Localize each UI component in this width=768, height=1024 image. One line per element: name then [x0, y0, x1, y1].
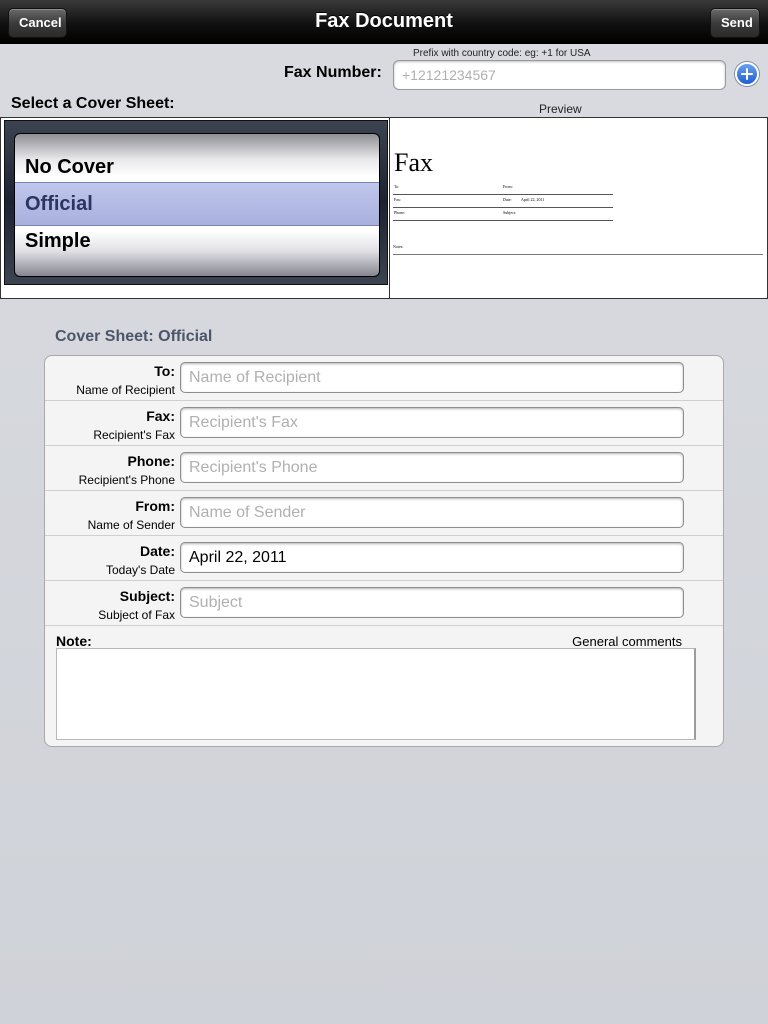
fax-sublabel: Recipient's Fax [93, 428, 175, 442]
picker-option-no-cover[interactable]: No Cover [25, 156, 114, 179]
cover-sheet-title: Cover Sheet: Official [55, 328, 213, 345]
form-row-phone: Phone: Recipient's Phone Recipient's Pho… [45, 446, 723, 491]
subject-sublabel: Subject of Fax [98, 608, 175, 622]
add-contact-button[interactable] [735, 62, 759, 86]
send-button[interactable]: Send [710, 8, 760, 38]
preview-row: To: From: [393, 182, 613, 195]
date-label: Date: [139, 543, 175, 559]
recipient-phone-input[interactable]: Recipient's Phone [180, 452, 684, 483]
form-row-from: From: Name of Sender Name of Sender [45, 491, 723, 536]
preview-row-label: From: [503, 184, 513, 189]
preview-row-label: Date: [503, 197, 512, 202]
cover-sheet-picker[interactable]: No Cover Official Simple [4, 120, 388, 285]
preview-row-label: Fax: [394, 197, 402, 202]
note-textarea[interactable] [56, 648, 696, 740]
preview-divider [393, 254, 763, 255]
date-sublabel: Today's Date [106, 563, 175, 577]
preview-row-value: April 22, 2011 [521, 197, 545, 202]
fax-number-label: Fax Number: [284, 64, 382, 81]
page-title: Fax Document [315, 10, 453, 32]
preview-row-label: To: [394, 184, 400, 189]
preview-row: Fax: Date: April 22, 2011 [393, 195, 613, 208]
phone-sublabel: Recipient's Phone [78, 473, 175, 487]
picker-option-simple[interactable]: Simple [25, 230, 91, 253]
fax-label: Fax: [146, 408, 175, 424]
picker-option-official[interactable]: Official [25, 193, 93, 216]
subject-label: Subject: [119, 588, 175, 604]
sender-name-input[interactable]: Name of Sender [180, 497, 684, 528]
fax-number-hint: Prefix with country code: eg: +1 for USA [413, 48, 591, 59]
preview-row: Phone: Subject: [393, 208, 613, 221]
subject-input[interactable]: Subject [180, 587, 684, 618]
note-label: Note: [56, 633, 92, 649]
preview-label: Preview [539, 102, 582, 116]
navigation-bar: Cancel Fax Document Send [0, 0, 768, 44]
from-sublabel: Name of Sender [87, 518, 175, 532]
cover-sheet-select-label: Select a Cover Sheet: [11, 95, 175, 112]
form-row-date: Date: Today's Date April 22, 2011 [45, 536, 723, 581]
form-row-subject: Subject: Subject of Fax Subject [45, 581, 723, 626]
fax-number-input[interactable]: +12121234567 [393, 60, 726, 90]
form-row-to: To: Name of Recipient Name of Recipient [45, 356, 723, 401]
from-label: From: [135, 498, 175, 514]
preview-title: Fax [394, 148, 433, 177]
picker-wheel[interactable]: No Cover Official Simple [14, 133, 380, 277]
form-row-fax: Fax: Recipient's Fax Recipient's Fax [45, 401, 723, 446]
cover-sheet-picker-container: No Cover Official Simple [0, 117, 390, 299]
preview-notes-label: Notes: [393, 244, 404, 249]
preview-row-label: Phone: [394, 210, 406, 215]
cover-sheet-form: To: Name of Recipient Name of Recipient … [44, 355, 724, 747]
to-sublabel: Name of Recipient [76, 383, 175, 397]
to-label: To: [154, 363, 175, 379]
preview-row-label: Subject: [503, 210, 517, 215]
note-hint: General comments [572, 634, 682, 649]
recipient-name-input[interactable]: Name of Recipient [180, 362, 684, 393]
cover-sheet-preview: Fax To: From: Fax: Date: April 22, 2011 … [389, 117, 768, 299]
recipient-fax-input[interactable]: Recipient's Fax [180, 407, 684, 438]
phone-label: Phone: [127, 453, 175, 469]
date-input[interactable]: April 22, 2011 [180, 542, 684, 573]
